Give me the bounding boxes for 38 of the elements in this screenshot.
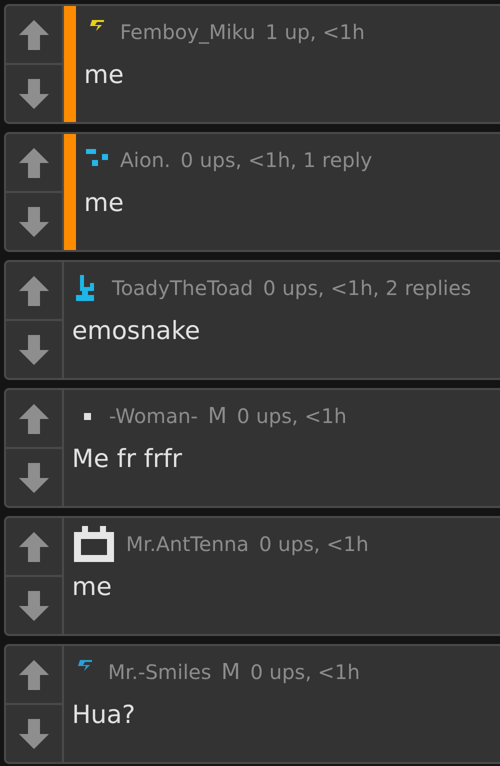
upvote-button[interactable] xyxy=(6,646,62,705)
up-arrow-icon xyxy=(17,658,51,692)
upvote-button[interactable] xyxy=(6,390,62,449)
comment-meta: 1 up, <1h xyxy=(265,20,365,44)
up-arrow-icon xyxy=(17,146,51,180)
comment-meta: 0 ups, <1h xyxy=(258,532,369,556)
comment-meta: 0 ups, <1h, 2 replies xyxy=(263,276,472,300)
down-arrow-icon xyxy=(17,76,51,110)
up-arrow-icon xyxy=(17,18,51,52)
down-arrow-icon xyxy=(17,332,51,366)
username[interactable]: -Woman- xyxy=(109,404,198,428)
upvote-button[interactable] xyxy=(6,134,62,193)
comment-text: emosnake xyxy=(72,316,202,345)
username[interactable]: Mr.-Smiles xyxy=(108,660,212,684)
comment-text: me xyxy=(72,572,113,601)
down-arrow-icon xyxy=(17,204,51,238)
username[interactable]: Mr.AntTenna xyxy=(126,532,249,556)
comment-text: me xyxy=(84,60,125,89)
up-arrow-icon xyxy=(17,530,51,564)
upvote-button[interactable] xyxy=(6,518,62,577)
down-arrow-icon xyxy=(17,588,51,622)
up-arrow-icon xyxy=(17,402,51,436)
upvote-button[interactable] xyxy=(6,6,62,65)
comment-meta: 0 ups, <1h, 1 reply xyxy=(180,148,372,172)
username[interactable]: Femboy_Miku xyxy=(120,20,256,44)
username[interactable]: ToadyTheToad xyxy=(112,276,254,300)
up-arrow-icon xyxy=(17,274,51,308)
comment-text: Me fr frfr xyxy=(72,444,184,473)
down-arrow-icon xyxy=(17,460,51,494)
mod-label: M xyxy=(208,404,227,428)
down-arrow-icon xyxy=(17,716,51,750)
upvote-button[interactable] xyxy=(6,262,62,321)
comment-meta: 0 ups, <1h xyxy=(236,404,347,428)
mod-label: M xyxy=(221,660,240,684)
comment-text: Hua? xyxy=(72,700,136,729)
username[interactable]: Aion. xyxy=(120,148,171,172)
comment-text: me xyxy=(84,188,125,217)
comment-meta: 0 ups, <1h xyxy=(250,660,360,684)
